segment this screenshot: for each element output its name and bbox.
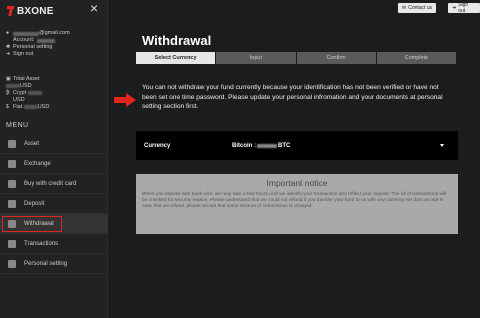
sidebar-item-exchange[interactable]: Exchange <box>0 154 108 174</box>
mail-icon: ✉ <box>402 5 407 11</box>
sidebar: BXONE × ● @ gmail.com Account: ✱ Personal… <box>0 0 108 318</box>
personal-setting-icon <box>8 260 16 268</box>
brand-name: BXONE <box>17 5 54 17</box>
user-icon: ● <box>6 30 10 36</box>
total-asset-value <box>6 83 20 88</box>
sign-out-icon: ➜ <box>452 5 457 11</box>
sidebar-item-withdrawal[interactable]: Withdrawal <box>0 214 108 234</box>
fiat-value <box>23 104 38 109</box>
sidebar-item-asset[interactable]: Asset <box>0 134 108 154</box>
sign-out-label: Sign out <box>13 51 34 57</box>
step-confirm: Confirm <box>296 52 376 64</box>
top-bar: ✉ Contact us ➜ Sign out <box>108 0 480 16</box>
sidebar-item-label: Buy with credit card <box>24 180 77 187</box>
bitcoin-icon: ₿ <box>6 90 10 96</box>
sidebar-item-label: Transactions <box>24 240 59 247</box>
currency-name: Bitcoin : <box>232 142 256 149</box>
account-info: ● @ gmail.com Account: ✱ Personal setting… <box>6 30 106 58</box>
step-complete: Complete <box>376 52 456 64</box>
asset-summary: ▣ Total Asset USD ₿ Crypt USD $ Fiat USD <box>6 76 106 111</box>
sidebar-item-label: Exchange <box>24 160 51 167</box>
sign-out-icon: ➜ <box>6 51 11 57</box>
sidebar-item-personal-setting[interactable]: Personal setting <box>0 254 108 274</box>
withdrawal-icon <box>8 220 16 228</box>
credit-card-icon <box>8 180 16 188</box>
crypto-value <box>27 90 42 95</box>
sign-out-link[interactable]: ➜ Sign out <box>6 51 106 58</box>
fiat-label: Fiat <box>13 104 23 110</box>
account-id-redacted <box>37 38 56 43</box>
sidebar-item-label: Asset <box>24 140 40 147</box>
email-redacted <box>13 31 39 36</box>
personal-setting-label: Personal setting <box>13 44 53 50</box>
account-label: Account: <box>13 37 35 43</box>
dollar-icon: $ <box>6 104 9 110</box>
sidebar-menu: Asset Exchange Buy with credit card Depo… <box>0 134 108 274</box>
notice-title: Important notice <box>266 178 328 188</box>
red-arrow-icon <box>114 93 136 107</box>
page-title: Withdrawal <box>142 33 212 48</box>
sign-out-button[interactable]: ➜ Sign out <box>448 2 480 14</box>
currency-select[interactable]: Currency Bitcoin : BTC <box>136 131 458 160</box>
wallet-icon: ▣ <box>6 76 11 82</box>
exchange-icon <box>8 160 16 168</box>
sidebar-item-label: Deposit <box>24 200 45 207</box>
important-notice: Important notice When you deposit with b… <box>136 174 458 234</box>
chevron-down-icon[interactable] <box>440 144 444 147</box>
brand-mark-icon <box>6 6 15 16</box>
currency-value: Bitcoin : BTC <box>232 143 290 149</box>
close-sidebar-icon[interactable]: × <box>90 1 98 15</box>
asset-icon <box>8 140 16 148</box>
progress-steps: Select Currency Input Confirm Complete <box>136 52 456 64</box>
deposit-icon <box>8 200 16 208</box>
contact-us-button[interactable]: ✉ Contact us <box>398 3 437 13</box>
notice-body: When you deposit with bank wire, we may … <box>142 192 447 209</box>
brand-logo[interactable]: BXONE <box>6 5 54 17</box>
gear-icon: ✱ <box>6 44 11 50</box>
personal-setting-link[interactable]: ✱ Personal setting <box>6 44 106 51</box>
sidebar-item-deposit[interactable]: Deposit <box>0 194 108 214</box>
step-input: Input <box>216 52 296 64</box>
fiat-unit: USD <box>37 104 50 110</box>
crypto-label: Crypt <box>13 90 27 96</box>
currency-code: BTC <box>278 142 291 149</box>
email-domain: gmail.com <box>44 30 70 36</box>
sidebar-item-label: Withdrawal <box>24 220 54 227</box>
contact-us-label: Contact us <box>408 5 433 11</box>
sidebar-item-transactions[interactable]: Transactions <box>0 234 108 254</box>
total-asset-unit: USD <box>20 83 32 89</box>
warning-message: You can not withdraw your fund currently… <box>142 84 443 111</box>
total-asset-label: Total Asset <box>13 76 40 82</box>
crypto-unit: USD <box>13 97 25 103</box>
sidebar-item-label: Personal setting <box>24 260 68 267</box>
transactions-icon <box>8 240 16 248</box>
menu-title: MENU <box>6 122 29 129</box>
balance-redacted <box>257 143 277 148</box>
sign-out-label: Sign out <box>458 2 469 14</box>
step-select-currency: Select Currency <box>136 52 216 64</box>
sidebar-item-buy-credit-card[interactable]: Buy with credit card <box>0 174 108 194</box>
currency-label: Currency <box>144 142 171 149</box>
